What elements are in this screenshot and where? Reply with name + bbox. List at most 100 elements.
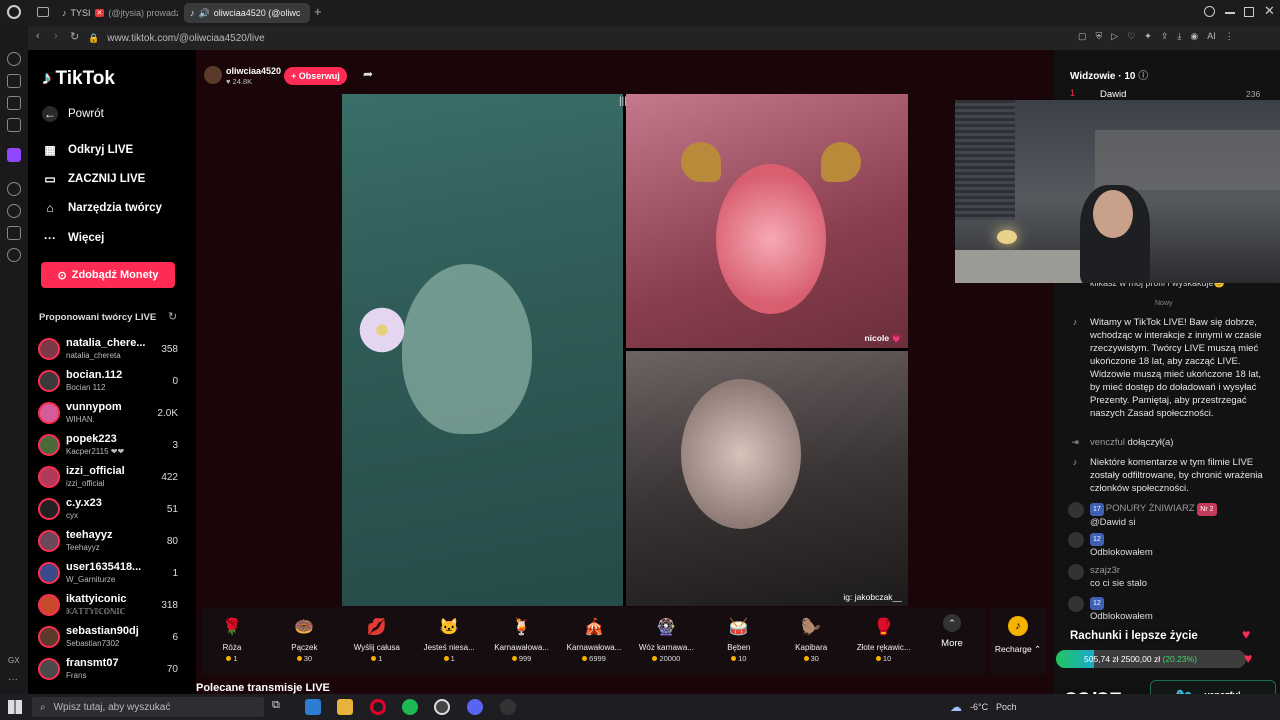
flower-sticker-icon bbox=[356, 304, 408, 356]
download-icon[interactable]: ⤓ bbox=[1177, 31, 1181, 42]
history-icon[interactable] bbox=[7, 52, 21, 66]
creator-item[interactable]: teehayyz Teehayyz 80 bbox=[36, 526, 178, 556]
messenger-icon[interactable] bbox=[7, 118, 21, 132]
gift-item[interactable]: 🌹 Róża 1 bbox=[196, 615, 268, 663]
weather-temp[interactable]: -6°C bbox=[970, 702, 988, 712]
gift-item[interactable]: 🎪 Karnawałowa... 6999 bbox=[558, 615, 630, 663]
share-arrow-icon[interactable]: ➦ bbox=[363, 67, 373, 81]
host-video[interactable] bbox=[342, 94, 623, 606]
avatar[interactable] bbox=[1068, 564, 1084, 580]
speaker-icon: 🔊 bbox=[198, 7, 210, 18]
more-gifts-button[interactable]: ⌃ More bbox=[932, 614, 972, 649]
url-field[interactable]: 🔒 www.tiktok.com/@oliwciaa4520/live bbox=[88, 29, 1068, 47]
creator-item[interactable]: izzi_official izzi_official 422 bbox=[36, 462, 178, 492]
widgets-icon[interactable] bbox=[305, 699, 321, 715]
heart-icon[interactable]: ♡ bbox=[1127, 31, 1135, 42]
gift-item[interactable]: 🐱 Jesteś niesa... 1 bbox=[413, 615, 485, 663]
gift-item[interactable]: 🍹 Karnawałowa... 999 bbox=[486, 615, 558, 663]
weather-icon: ☁ bbox=[950, 700, 962, 714]
creator-item[interactable]: natalia_chere... natalia_chereta 358 bbox=[36, 334, 178, 364]
reload-icon[interactable]: ↻ bbox=[70, 30, 79, 43]
avatar[interactable] bbox=[1068, 596, 1084, 612]
follow-button[interactable]: + Obserwuj bbox=[284, 67, 347, 85]
chat-username[interactable]: PONURY ŻNIWIARZ bbox=[1106, 503, 1195, 514]
more-icon[interactable]: ··· bbox=[8, 674, 18, 685]
top-viewer-score: 236 bbox=[1246, 89, 1261, 99]
nav-label: ZACZNIJ LIVE bbox=[68, 173, 146, 185]
top-viewer-name[interactable]: Dawid bbox=[1100, 89, 1126, 100]
opera-icon[interactable] bbox=[370, 699, 386, 715]
gx-icon[interactable]: GX bbox=[8, 656, 20, 665]
nav-discover-live[interactable]: ▦ Odkryj LIVE bbox=[42, 142, 133, 158]
clock-icon[interactable] bbox=[7, 204, 21, 218]
tab-overview-icon[interactable] bbox=[37, 7, 49, 17]
search-icon[interactable] bbox=[1204, 6, 1215, 17]
host-name[interactable]: oliwciaa4520 bbox=[226, 66, 281, 76]
tab-oliwciaa[interactable]: ♪ 🔊 oliwciaa4520 (@oliwc bbox=[184, 3, 310, 23]
minimize-button[interactable] bbox=[1225, 12, 1235, 14]
avatar[interactable] bbox=[1068, 502, 1084, 518]
forward-arrow-icon[interactable]: › bbox=[54, 30, 58, 42]
tab-tysi[interactable]: ♪ TYSI ✕ (@jtysia) prowadz bbox=[56, 3, 178, 23]
task-view-icon[interactable]: ⧉ bbox=[272, 699, 280, 712]
refresh-icon[interactable]: ↻ bbox=[168, 310, 177, 323]
gift-item[interactable]: 🎡 Wóz karnawa... 20000 bbox=[630, 615, 702, 663]
player-icon[interactable] bbox=[7, 182, 21, 196]
avatar[interactable] bbox=[1068, 532, 1084, 548]
recharge-button[interactable]: ♪ Recharge ⌃ bbox=[989, 607, 1047, 675]
host-avatar[interactable] bbox=[204, 66, 222, 84]
maximize-button[interactable] bbox=[1244, 7, 1254, 17]
creator-item[interactable]: c.y.x23 cyx 51 bbox=[36, 494, 178, 524]
creator-item[interactable]: ikattyiconic 𝕂𝔸𝕋𝕋𝕐𝕀ℂ𝕆ℕ𝕀ℂ 318 bbox=[36, 590, 178, 620]
creator-item[interactable]: bocian.112 Bocian 112 0 bbox=[36, 366, 178, 396]
wallet-icon[interactable] bbox=[7, 96, 21, 110]
guest2-video[interactable]: ig: jakobczak__ bbox=[626, 351, 908, 606]
ai-button[interactable]: AI bbox=[1207, 31, 1216, 42]
guest1-video[interactable]: nicole 💗 bbox=[626, 94, 908, 348]
menu-icon[interactable]: ⋮ bbox=[1225, 31, 1234, 42]
spotify-icon[interactable] bbox=[402, 699, 418, 715]
chat-username[interactable]: szajz3r bbox=[1090, 565, 1120, 576]
creator-item[interactable]: fransmt07 Frans 70 bbox=[36, 654, 178, 684]
nav-more[interactable]: ··· Więcej bbox=[42, 230, 104, 246]
discord-icon[interactable] bbox=[467, 699, 483, 715]
folder-icon[interactable] bbox=[337, 699, 353, 715]
shield-icon[interactable]: ⛨ bbox=[1096, 31, 1103, 42]
gift-item[interactable]: 🍩 Pączek 30 bbox=[268, 615, 340, 663]
extensions-icon[interactable]: ✦ bbox=[1144, 31, 1152, 42]
opera-logo-icon[interactable] bbox=[7, 5, 21, 19]
gift-item[interactable]: 🥊 Złote rękawic... 10 bbox=[848, 615, 920, 663]
viewers-title[interactable]: Widzowie · 10 ⓘ bbox=[1070, 67, 1148, 82]
chat-username[interactable]: venczful bbox=[1090, 437, 1125, 448]
close-button[interactable]: ✕ bbox=[1264, 3, 1275, 19]
gift-icon: 🍹 bbox=[511, 619, 532, 636]
nav-creator-tools[interactable]: ⌂ Narzędzia twórcy bbox=[42, 200, 162, 216]
cube-icon[interactable] bbox=[7, 226, 21, 240]
creator-item[interactable]: user1635418... W_Garniturze 1 bbox=[36, 558, 178, 588]
play-icon[interactable]: ▷ bbox=[1111, 31, 1118, 42]
nav-start-live[interactable]: ▭ ZACZNIJ LIVE bbox=[42, 171, 145, 187]
back-arrow-icon[interactable]: ‹ bbox=[36, 30, 40, 42]
taskbar-search[interactable]: ⌕ Wpisz tutaj, aby wyszukać bbox=[32, 697, 264, 717]
get-coins-button[interactable]: ⊙ Zdobądź Monety bbox=[41, 262, 175, 288]
obs-icon[interactable] bbox=[434, 699, 450, 715]
new-tab-button[interactable]: + bbox=[314, 4, 322, 19]
camera-icon[interactable]: ▢ bbox=[1078, 31, 1087, 42]
app-icon[interactable] bbox=[500, 699, 516, 715]
creator-item[interactable]: vunnypom WIHAN. 2.0K bbox=[36, 398, 178, 428]
windows-start-icon[interactable] bbox=[8, 700, 22, 714]
twitch-icon[interactable] bbox=[7, 148, 21, 162]
creator-item[interactable]: popek223 Kacper2115 ❤❤ 3 bbox=[36, 430, 178, 460]
gift-item[interactable]: 🦫 Kapibara 30 bbox=[775, 615, 847, 663]
message-text: venczful dołączył(a) bbox=[1090, 436, 1268, 449]
tiktok-logo[interactable]: ♪ TikTok bbox=[42, 68, 115, 90]
settings-icon[interactable] bbox=[7, 248, 21, 262]
creator-item[interactable]: sebastian90dj Sebastian7302 6 bbox=[36, 622, 178, 652]
share-icon[interactable]: ⇪ bbox=[1161, 31, 1169, 42]
camera2-icon[interactable]: ◉ bbox=[1190, 31, 1198, 42]
back-link[interactable]: ← Powrót bbox=[42, 106, 104, 122]
bag-icon[interactable] bbox=[7, 74, 21, 88]
gift-item[interactable]: 🥁 Bęben 10 bbox=[703, 615, 775, 663]
gift-icon: 🥁 bbox=[728, 619, 749, 636]
gift-item[interactable]: 💋 Wyślij całusa 1 bbox=[341, 615, 413, 663]
